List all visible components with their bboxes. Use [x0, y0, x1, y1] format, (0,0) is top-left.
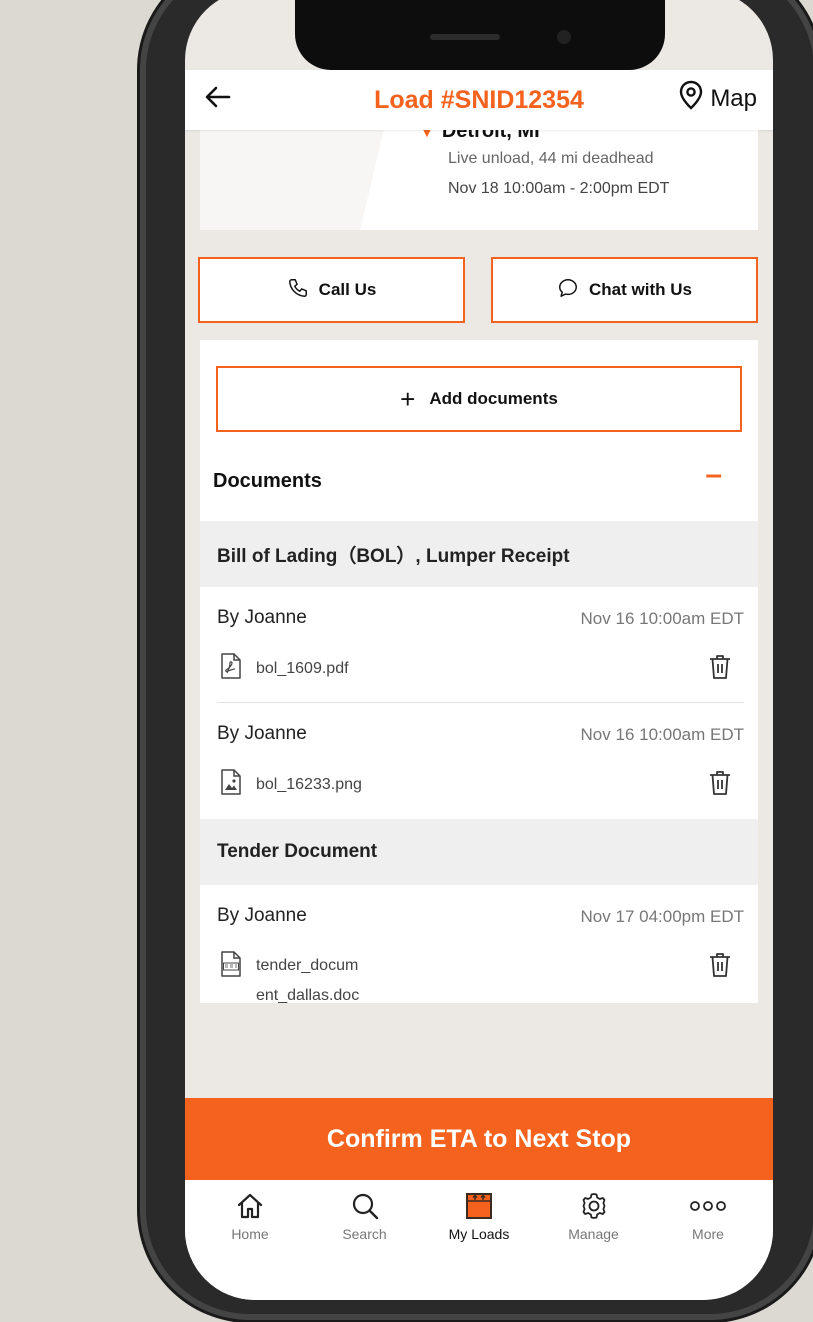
- tab-my-loads[interactable]: My Loads: [438, 1180, 520, 1260]
- tab-home[interactable]: Home: [209, 1180, 291, 1260]
- phone-notch: [295, 0, 665, 70]
- tab-manage[interactable]: Manage: [553, 1180, 635, 1260]
- documents-card: + Add documents Documents – Bill of Ladi…: [200, 340, 758, 1003]
- document-entry: By Joanne Nov 16 10:00am EDT bol_16233.p…: [200, 703, 758, 819]
- tab-label: Manage: [568, 1226, 619, 1242]
- document-file[interactable]: bol_16233.png: [220, 769, 362, 800]
- chat-with-us-button[interactable]: Chat with Us: [491, 257, 758, 323]
- add-documents-label: Add documents: [429, 389, 558, 408]
- bottom-tab-bar: Home Search My Loads Manage More: [185, 1180, 773, 1260]
- more-dots-icon: [689, 1190, 727, 1222]
- stop-city: ▼ Detroit, MI: [420, 130, 540, 143]
- file-name: bol_16233.png: [256, 775, 362, 793]
- plus-icon: +: [400, 383, 416, 414]
- tab-more[interactable]: More: [667, 1180, 749, 1260]
- pdf-file-icon: [220, 653, 242, 684]
- call-us-button[interactable]: Call Us: [198, 257, 465, 323]
- file-name: bol_1609.pdf: [256, 659, 349, 677]
- chat-bubble-icon: [557, 277, 579, 304]
- upload-date: Nov 17 04:00pm EDT: [580, 907, 744, 926]
- file-name-line: ent_dallas.doc: [256, 987, 360, 1003]
- upload-date: Nov 16 10:00am EDT: [580, 725, 744, 744]
- document-file[interactable]: bol_1609.pdf: [220, 653, 349, 684]
- tab-label: Home: [231, 1226, 269, 1242]
- trash-icon[interactable]: [708, 653, 732, 686]
- map-label: Map: [710, 84, 757, 112]
- tab-label: More: [692, 1226, 724, 1242]
- stop-card: ▼ Detroit, MI Live unload, 44 mi deadhead…: [200, 130, 758, 230]
- chevron-down-icon: ▼: [420, 130, 434, 140]
- upload-date: Nov 16 10:00am EDT: [580, 609, 744, 628]
- front-camera: [557, 30, 571, 44]
- document-entry: By Joanne Nov 17 04:00pm EDT tender_docu…: [200, 885, 758, 1003]
- uploader-name: By Joanne: [217, 723, 307, 744]
- add-documents-button[interactable]: + Add documents: [216, 366, 742, 432]
- document-file[interactable]: tender_docum ent_dallas.doc: [220, 951, 359, 1003]
- file-name-wrapped: tender_docum ent_dallas.doc: [256, 951, 359, 1003]
- map-pin-icon: [678, 80, 704, 117]
- phone-screen: Load #SNID12354 Map ▼ Detroit, MI Live un…: [185, 0, 773, 1300]
- tab-search[interactable]: Search: [324, 1180, 406, 1260]
- document-group-header: Tender Document: [200, 819, 758, 885]
- uploader-name: By Joanne: [217, 905, 307, 926]
- chat-with-us-label: Chat with Us: [589, 280, 692, 299]
- truck-loads-icon: [464, 1190, 494, 1222]
- document-entry: By Joanne Nov 16 10:00am EDT bol_1609.pd…: [200, 587, 758, 703]
- doc-file-icon: [220, 951, 242, 982]
- stop-city-label: Detroit, MI: [441, 130, 540, 142]
- phone-icon: [287, 277, 309, 304]
- uploader-name: By Joanne: [217, 607, 307, 628]
- tab-label: Search: [342, 1226, 387, 1242]
- stop-type: Live unload, 44 mi deadhead: [448, 150, 654, 167]
- gear-icon: [579, 1190, 609, 1222]
- trash-icon[interactable]: [708, 951, 732, 984]
- trash-icon[interactable]: [708, 769, 732, 802]
- home-icon: [235, 1190, 265, 1222]
- search-icon: [350, 1190, 380, 1222]
- document-group-header: Bill of Lading（BOL）, Lumper Receipt: [200, 521, 758, 587]
- call-us-label: Call Us: [318, 280, 377, 299]
- home-indicator-area: [185, 1260, 773, 1300]
- speaker-grille: [430, 34, 500, 40]
- documents-heading: Documents: [213, 470, 322, 492]
- map-button[interactable]: Map: [678, 80, 757, 117]
- confirm-eta-button[interactable]: Confirm ETA to Next Stop: [185, 1098, 773, 1180]
- app-header: Load #SNID12354 Map: [185, 70, 773, 130]
- stop-time: Nov 18 10:00am - 2:00pm EDT: [448, 180, 670, 197]
- image-file-icon: [220, 769, 242, 800]
- file-name-line: tender_docum: [256, 957, 359, 974]
- collapse-minus-icon[interactable]: –: [705, 458, 722, 492]
- tab-label: My Loads: [448, 1226, 510, 1242]
